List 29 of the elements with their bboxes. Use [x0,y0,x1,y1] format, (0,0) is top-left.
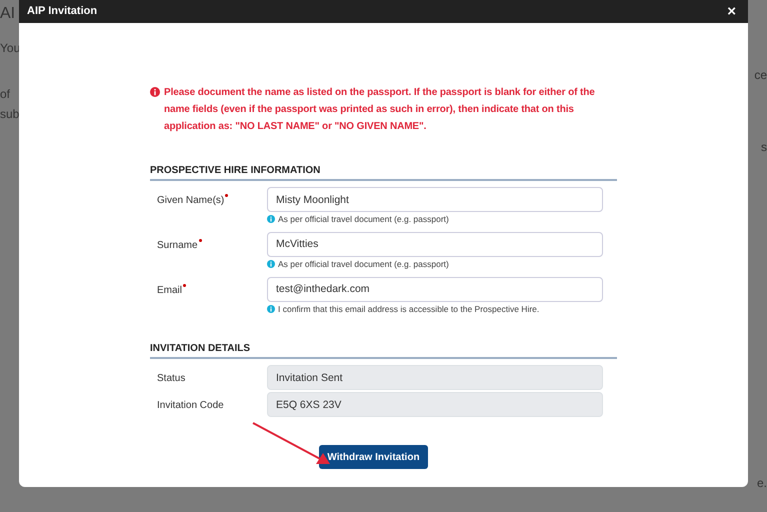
warning-message: Please document the name as listed on the passport. If the passport is blank for either of the name fields (even if the passport was printed as such in error), then indicate that on this application as: "NO LAST NAME" or "NO GIVEN NAME". [164,86,596,134]
page-text: s [761,139,767,156]
page-text: ce [754,67,767,84]
input-field[interactable]: E5Q 6XS 23V [267,392,603,418]
page-text: e. [756,475,767,492]
input-field[interactable]: McVitties [267,232,603,257]
input-field[interactable]: Invitation Sent [267,365,603,390]
dialog-title: AIP Invitation [27,4,98,20]
close-button[interactable]: × [723,4,740,19]
field-hint: As per official travel document (e.g. passport) [278,213,449,226]
section-heading: INVITATION DETAILS [150,341,617,360]
page-text: sub [0,106,19,123]
field-label: Invitation Code [156,399,225,414]
page-text: of [0,86,12,103]
page-title: AI [0,4,16,24]
section-heading: PROSPECTIVE HIRE INFORMATION [150,163,617,181]
field-hint: I confirm that this email address is accessible to the Prospective Hire. [278,302,540,316]
field-hint: As per official travel document (e.g. passport) [278,258,449,270]
field-label: Status [156,372,186,386]
field-label: Given Name(s) [150,187,267,230]
input-field[interactable]: Misty Moonlight [267,187,603,212]
info-icon [267,215,275,224]
info-icon [267,260,275,268]
error-icon [150,87,160,97]
field-label: Surname [150,232,267,274]
info-icon [267,304,275,313]
input-field[interactable]: test@inthedark.com [267,276,603,302]
withdraw-button[interactable]: Withdraw Invitation [319,445,428,470]
field-label: Email [150,276,267,320]
